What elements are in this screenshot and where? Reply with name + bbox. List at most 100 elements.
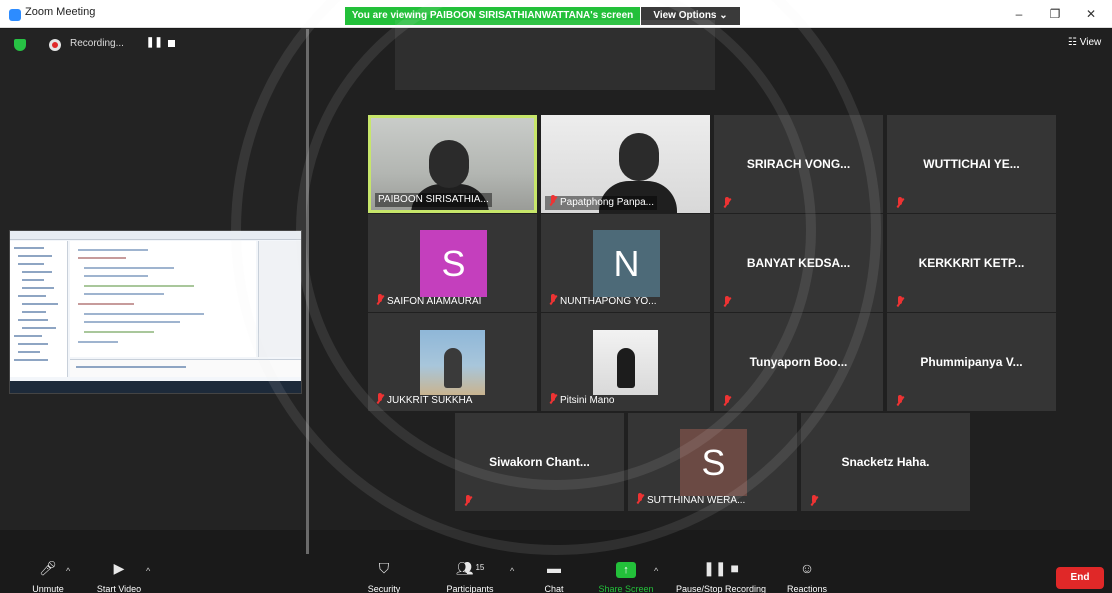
security-button[interactable]: ⛉ Security (363, 559, 405, 593)
share-screen-icon: ↑ (616, 562, 636, 578)
security-label: Security (367, 584, 401, 593)
window-title: Zoom Meeting (25, 6, 96, 18)
muted-mic-icon (635, 493, 645, 504)
shared-screen-thumbnail[interactable] (9, 230, 302, 394)
recording-icon (49, 39, 61, 51)
participant-name: PAIBOON SIRISATHIA... (378, 194, 489, 205)
stop-recording-button[interactable] (168, 40, 175, 47)
participant-name: Pitsini Mano (560, 395, 615, 406)
participants-options-caret[interactable]: ^ (510, 566, 514, 576)
shield-icon: ⛉ (378, 560, 390, 576)
reactions-icon: ☺ (799, 560, 815, 576)
view-options-button[interactable]: View Options ⌄ (641, 7, 740, 25)
participants-label: Participants (446, 584, 494, 593)
participant-head (619, 133, 659, 181)
security-shield-icon[interactable] (14, 39, 26, 51)
audio-options-caret[interactable]: ^ (66, 566, 70, 576)
participant-name-label: Pitsini Mano (545, 393, 617, 408)
participants-icon: 👥︎ 15 (455, 560, 485, 576)
viewing-screen-banner: You are viewing PAIBOON SIRISATHIANWATTA… (345, 7, 640, 25)
participant-avatar: S (680, 429, 747, 496)
zoom-meeting-window: Zoom Meeting You are viewing PAIBOON SIR… (0, 0, 1112, 593)
participant-tile[interactable]: S SAIFON AIAMAURAI (368, 214, 537, 312)
participant-tile[interactable]: Siwakorn Chant... (455, 413, 624, 511)
shared-taskbar (10, 381, 301, 393)
participant-name: JUKKRIT SUKKHA (387, 395, 473, 406)
start-video-label: Start Video (96, 584, 142, 593)
end-meeting-button[interactable]: End (1056, 567, 1104, 589)
participant-name: BANYAT KEDSA... (746, 256, 851, 270)
muted-mic-icon (548, 393, 558, 404)
panel-divider[interactable] (306, 29, 309, 554)
muted-mic-icon (809, 495, 819, 506)
recording-label: Recording... (70, 38, 124, 49)
zoom-app-icon (9, 9, 21, 21)
start-video-button[interactable]: ▶ Start Video (90, 559, 148, 593)
participant-avatar: N (593, 230, 660, 297)
video-options-caret[interactable]: ^ (146, 566, 150, 576)
participants-button[interactable]: 👥︎ 15 Participants (441, 559, 499, 593)
pause-stop-recording-button[interactable]: ❚❚ ■ Pause/Stop Recording (672, 559, 770, 593)
participant-name: WUTTICHAI YE... (923, 157, 1020, 171)
photo-figure (617, 348, 635, 388)
participant-name: Snacketz Haha. (841, 455, 930, 469)
pause-stop-icon: ❚❚ ■ (703, 560, 739, 576)
ide-project-tree (10, 241, 68, 377)
chat-label: Chat (544, 584, 564, 593)
participant-name-label: JUKKRIT SUKKHA (372, 393, 475, 408)
ide-console (70, 359, 301, 377)
participant-head (429, 140, 469, 188)
participant-tile[interactable]: BANYAT KEDSA... (714, 214, 883, 312)
participant-tile[interactable]: JUKKRIT SUKKHA (368, 313, 537, 411)
participant-profile-photo (593, 330, 658, 395)
participant-name-label: PAIBOON SIRISATHIA... (375, 193, 492, 207)
meeting-toolbar: 🎤︎ Unmute ^ ▶ Start Video ^ ⛉ Security 👥… (0, 555, 1112, 593)
participant-tile[interactable]: KERKKRIT KETP... (887, 214, 1056, 312)
close-button[interactable]: ✕ (1081, 6, 1101, 22)
participant-name: SRIRACH VONG... (746, 157, 851, 171)
chat-button[interactable]: ▬ Chat (538, 559, 570, 593)
muted-mic-icon (722, 296, 732, 307)
participant-tile[interactable]: Phummipanya V... (887, 313, 1056, 411)
unmute-button[interactable]: 🎤︎ Unmute (22, 559, 74, 593)
participant-tile[interactable]: SRIRACH VONG... (714, 115, 883, 213)
participant-name: NUNTHAPONG YO... (560, 296, 657, 307)
title-bar: Zoom Meeting You are viewing PAIBOON SIR… (0, 0, 1112, 28)
participant-name: SAIFON AIAMAURAI (387, 296, 482, 307)
participant-name: Papatphong Panpa... (560, 197, 654, 208)
participant-name-label: SAIFON AIAMAURAI (372, 294, 484, 309)
participant-count: 15 (475, 563, 485, 572)
participant-tile[interactable]: N NUNTHAPONG YO... (541, 214, 710, 312)
ide-code-editor (70, 241, 256, 357)
participant-tile[interactable]: Papatphong Panpa... (541, 115, 710, 213)
share-options-caret[interactable]: ^ (654, 566, 658, 576)
reactions-label: Reactions (786, 584, 828, 593)
participant-tile[interactable]: S SUTTHINAN WERA... (628, 413, 797, 511)
participant-tile[interactable]: Snacketz Haha. (801, 413, 970, 511)
muted-mic-icon (375, 294, 385, 305)
participant-name-label: NUNTHAPONG YO... (545, 294, 660, 309)
view-layout-button[interactable]: ☷ View (1068, 37, 1101, 48)
participant-tile[interactable]: WUTTICHAI YE... (887, 115, 1056, 213)
participant-name-label: SUTTHINAN WERA... (632, 493, 748, 508)
restore-button[interactable]: ❐ (1045, 6, 1065, 22)
participant-name: Siwakorn Chant... (489, 455, 590, 469)
participant-name: KERKKRIT KETP... (918, 256, 1025, 270)
pause-recording-button[interactable]: ❚❚ (146, 37, 163, 48)
participant-profile-photo (420, 330, 485, 395)
participant-tile[interactable]: Tunyaporn Boo... (714, 313, 883, 411)
pause-stop-label: Pause/Stop Recording (675, 584, 767, 593)
muted-mic-icon (548, 294, 558, 305)
share-screen-button[interactable]: ↑ Share Screen (595, 559, 657, 593)
participant-tile[interactable]: Pitsini Mano (541, 313, 710, 411)
photo-figure (444, 348, 462, 388)
reactions-button[interactable]: ☺ Reactions (784, 559, 830, 593)
participant-name: SUTTHINAN WERA... (647, 495, 746, 506)
muted-mic-icon (463, 495, 473, 506)
participant-tile[interactable]: PAIBOON SIRISATHIA... (368, 115, 537, 213)
chat-icon: ▬ (547, 560, 561, 576)
muted-mic-icon (722, 395, 732, 406)
muted-mic-icon (895, 395, 905, 406)
share-screen-label: Share Screen (598, 584, 654, 593)
minimize-button[interactable]: – (1009, 6, 1029, 22)
